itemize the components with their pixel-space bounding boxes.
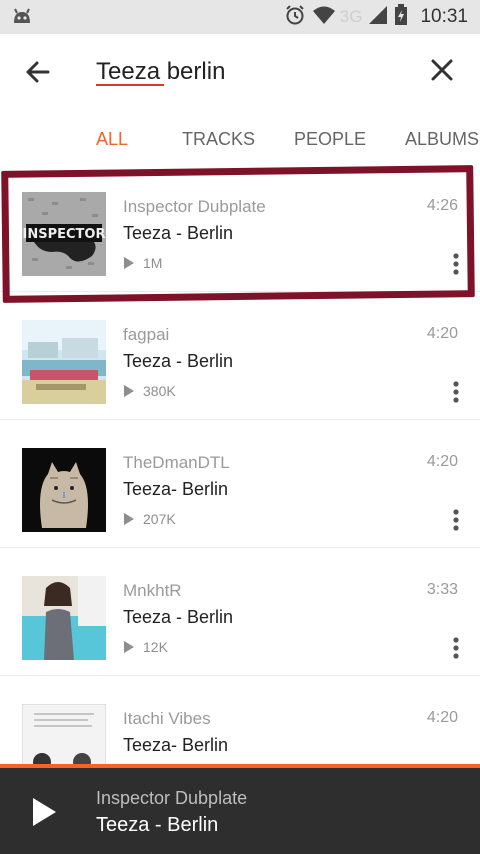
track-row[interactable]: Itachi Vibes 4:20 Teeza- Berlin [0, 676, 480, 764]
more-vert-icon [453, 509, 459, 531]
track-row[interactable]: MnkhtR 3:33 Teeza - Berlin 12K [0, 548, 480, 676]
track-duration: 4:20 [426, 325, 458, 342]
track-title: Teeza- Berlin [123, 735, 229, 755]
more-vert-icon [453, 637, 459, 659]
track-row[interactable]: INSPECTOR Inspector Dubplate 4:26 Teeza … [0, 164, 480, 292]
track-duration: 3:33 [426, 581, 458, 598]
play-count-value: 380K [143, 383, 176, 399]
track-title: Teeza - Berlin [123, 223, 234, 243]
status-bar: 3G 10:31 [0, 0, 480, 34]
back-button[interactable] [20, 54, 56, 90]
search-input[interactable]: Teeza berlin [96, 54, 396, 90]
play-icon [33, 798, 56, 826]
mini-player-uploader: Inspector Dubplate [96, 788, 248, 808]
play-count-value: 207K [143, 511, 176, 527]
play-count: 1M [123, 255, 162, 271]
play-count-icon [124, 257, 134, 269]
more-vert-icon [453, 253, 459, 275]
more-options-button[interactable] [446, 250, 466, 278]
android-icon [12, 7, 32, 30]
battery-icon [394, 3, 408, 31]
track-artwork: INSPECTOR [22, 192, 106, 276]
mini-player-title: Teeza - Berlin [96, 814, 219, 836]
track-artwork [22, 448, 106, 532]
arrow-left-icon [26, 61, 50, 83]
play-count: 380K [123, 383, 176, 399]
search-query: Teeza berlin [96, 58, 226, 85]
track-uploader: TheDmanDTL [123, 453, 230, 472]
track-row[interactable]: fagpai 4:20 Teeza - Berlin 380K [0, 292, 480, 420]
result-tabs: ALL TRACKS PEOPLE ALBUMS [0, 108, 480, 164]
close-icon [431, 59, 453, 81]
play-count-icon [124, 513, 134, 525]
search-results-list: INSPECTOR Inspector Dubplate 4:26 Teeza … [0, 164, 480, 764]
tab-all[interactable]: ALL [96, 129, 128, 150]
more-options-button[interactable] [446, 378, 466, 406]
more-options-button[interactable] [446, 634, 466, 662]
artwork-text: INSPECTOR [23, 227, 106, 242]
play-count-value: 12K [143, 639, 168, 655]
track-title: Teeza - Berlin [123, 607, 234, 627]
spellcheck-underline [96, 84, 164, 86]
clock: 10:31 [420, 6, 468, 27]
track-duration: 4:20 [426, 453, 458, 470]
track-uploader: fagpai [123, 325, 170, 344]
track-uploader: Itachi Vibes [123, 709, 211, 728]
play-count: 12K [123, 639, 168, 655]
track-artwork [22, 576, 106, 660]
track-title: Teeza - Berlin [123, 351, 234, 371]
more-options-button[interactable] [446, 506, 466, 534]
track-uploader: Inspector Dubplate [123, 197, 266, 216]
play-count: 207K [123, 511, 176, 527]
signal-icon [368, 5, 388, 30]
track-duration: 4:26 [426, 197, 458, 214]
track-title: Teeza- Berlin [123, 479, 229, 499]
tab-tracks[interactable]: TRACKS [182, 129, 255, 150]
play-count-icon [124, 641, 134, 653]
track-duration: 4:20 [426, 709, 458, 726]
track-artwork [22, 320, 106, 404]
clear-search-button[interactable] [426, 54, 458, 86]
play-count-value: 1M [143, 255, 163, 271]
track-uploader: MnkhtR [123, 581, 182, 600]
mini-player[interactable]: Inspector Dubplate Teeza - Berlin [0, 764, 480, 854]
wifi-icon [312, 5, 336, 30]
network-type: 3G [339, 7, 363, 26]
play-count-icon [124, 385, 134, 397]
tab-albums[interactable]: ALBUMS [405, 129, 479, 150]
search-header: Teeza berlin [0, 34, 480, 108]
track-artwork [22, 704, 106, 764]
more-vert-icon [453, 381, 459, 403]
track-row[interactable]: TheDmanDTL 4:20 Teeza- Berlin 207K [0, 420, 480, 548]
mini-play-button[interactable] [30, 796, 58, 828]
alarm-icon [284, 4, 306, 31]
tab-people[interactable]: PEOPLE [294, 129, 366, 150]
